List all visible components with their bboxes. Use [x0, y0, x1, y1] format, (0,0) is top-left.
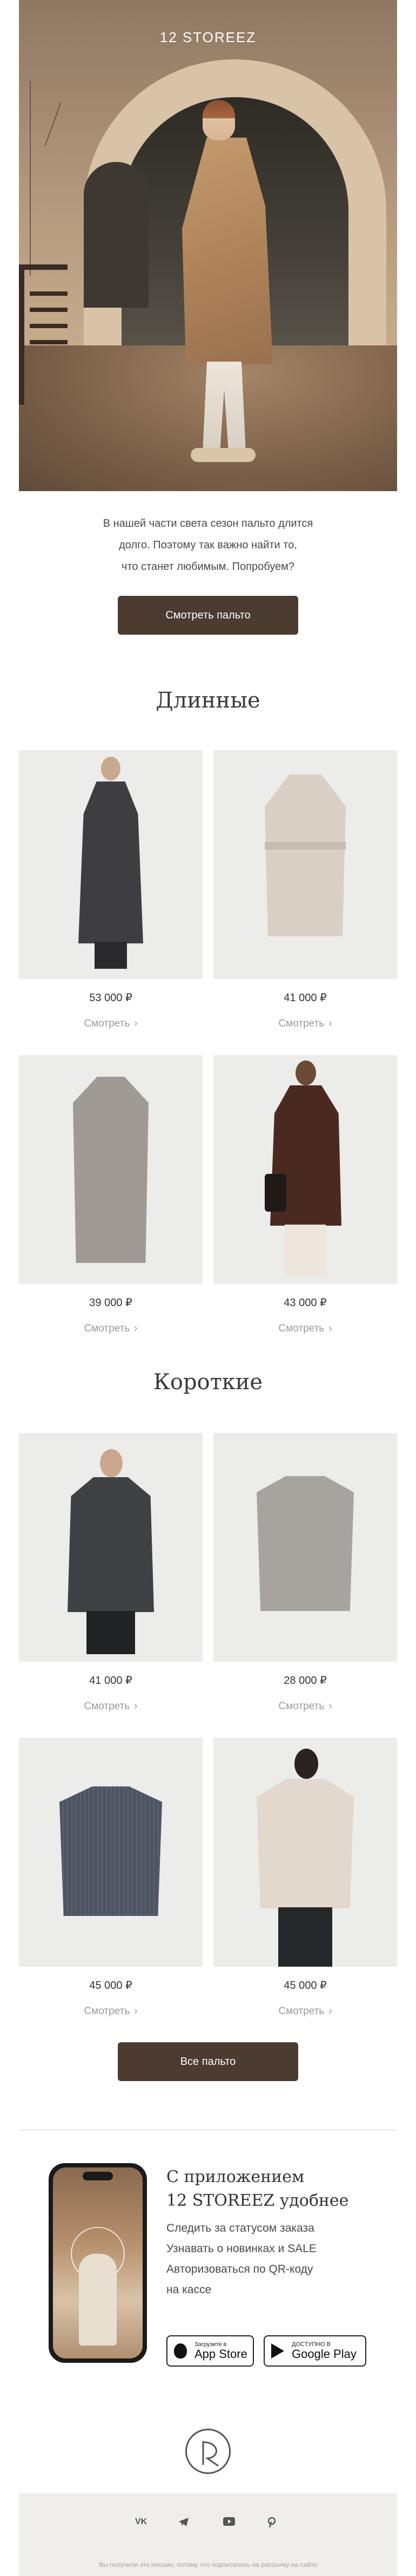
app-phone-image[interactable] — [49, 2163, 147, 2363]
footer: VK Вы получили это письмо, потому что по… — [19, 2493, 397, 2576]
product-price: 43 000 ₽ — [284, 1297, 327, 1309]
app-feature-list: Следить за статусом заказа Узнавать о но… — [166, 2222, 317, 2296]
product-price: 45 000 ₽ — [284, 1980, 327, 1992]
product-image[interactable] — [213, 750, 397, 979]
pinterest-icon[interactable] — [267, 2517, 276, 2531]
divider — [19, 2129, 397, 2130]
product-price: 41 000 ₽ — [89, 1675, 132, 1687]
app-promo-title: С приложением 12 STOREEZ удобнее — [166, 2167, 349, 2210]
hero-image[interactable] — [19, 0, 397, 491]
product-image[interactable] — [213, 1738, 397, 1967]
chevron-right-icon: › — [134, 1018, 138, 1029]
brand-logo-text[interactable]: 12 STOREEZ — [19, 29, 397, 46]
all-coats-button[interactable]: Все пальто — [118, 2042, 298, 2081]
app-store-button[interactable]: Загрузите в App Store — [166, 2335, 254, 2367]
product-image[interactable] — [19, 1433, 203, 1662]
google-play-button[interactable]: ДОСТУПНО В Google Play — [264, 2335, 366, 2367]
chevron-right-icon: › — [328, 1701, 332, 1712]
product-view-link[interactable]: Смотреть › — [19, 2006, 203, 2017]
chevron-right-icon: › — [328, 2006, 332, 2017]
product-view-link[interactable]: Смотреть › — [19, 1323, 203, 1335]
product-image[interactable] — [213, 1055, 397, 1284]
telegram-icon[interactable] — [178, 2517, 189, 2530]
brand-monogram-icon[interactable] — [185, 2429, 231, 2474]
chevron-right-icon: › — [328, 1018, 332, 1029]
google-play-icon — [271, 2343, 286, 2358]
product-view-link[interactable]: Смотреть › — [19, 1701, 203, 1712]
product-view-link[interactable]: Смотреть › — [19, 1018, 203, 1030]
product-image[interactable] — [213, 1433, 397, 1662]
chevron-right-icon: › — [134, 1323, 138, 1334]
vk-icon[interactable]: VK — [135, 2517, 147, 2527]
chevron-right-icon: › — [134, 1701, 138, 1712]
apple-icon — [174, 2343, 189, 2358]
product-price: 41 000 ₽ — [284, 992, 327, 1004]
product-price: 53 000 ₽ — [89, 992, 132, 1004]
section-title-short: Короткие — [153, 1370, 263, 1395]
product-price: 45 000 ₽ — [89, 1980, 132, 1992]
view-coats-button[interactable]: Смотреть пальто — [118, 596, 298, 635]
product-image[interactable] — [19, 750, 203, 979]
section-title-long: Длинные — [156, 688, 260, 713]
product-image[interactable] — [19, 1055, 203, 1284]
chevron-right-icon: › — [134, 2006, 138, 2017]
product-price: 28 000 ₽ — [284, 1675, 327, 1687]
product-view-link[interactable]: Смотреть › — [213, 1018, 397, 1030]
chevron-right-icon: › — [328, 1323, 332, 1334]
email-page: 12 STOREEZ В нашей части света сезон пал… — [0, 0, 416, 2576]
product-view-link[interactable]: Смотреть › — [213, 1701, 397, 1712]
product-view-link[interactable]: Смотреть › — [213, 2006, 397, 2017]
intro-text: В нашей части света сезон пальто длится … — [103, 518, 313, 573]
product-view-link[interactable]: Смотреть › — [213, 1323, 397, 1335]
youtube-icon[interactable] — [223, 2517, 235, 2529]
footer-note: Вы получили это письмо, потому что подпи… — [99, 2561, 317, 2568]
product-price: 39 000 ₽ — [89, 1297, 132, 1309]
product-image[interactable] — [19, 1738, 203, 1967]
